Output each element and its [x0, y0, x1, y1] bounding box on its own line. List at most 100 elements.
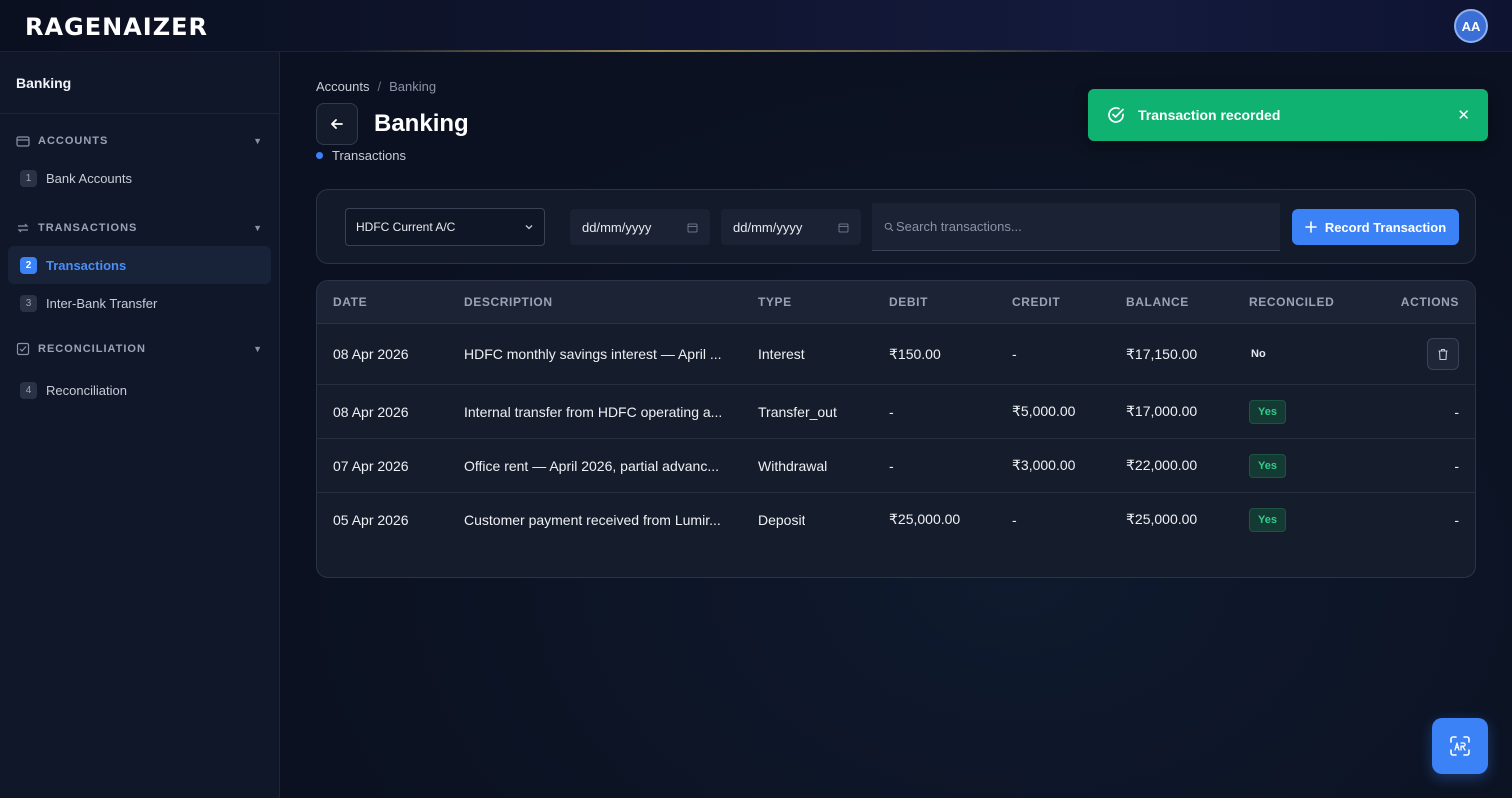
cell-description: Office rent — April 2026, partial advanc…: [464, 457, 719, 474]
sidebar-section-reconciliation[interactable]: RECONCILIATION ▼: [0, 337, 279, 361]
trash-icon: [1438, 348, 1448, 360]
search-box: [872, 203, 1280, 251]
column-header-actions: ACTIONS: [1400, 295, 1459, 309]
cell-debit: -: [889, 457, 894, 474]
sidebar-item-label: Transactions: [46, 257, 127, 273]
sidebar-item-label: Inter-Bank Transfer: [46, 295, 158, 311]
column-header-credit[interactable]: CREDIT: [1012, 295, 1060, 309]
search-input[interactable]: [896, 219, 1276, 234]
cell-balance: ₹22,000.00: [1126, 457, 1198, 473]
caret-down-icon[interactable]: ▼: [253, 136, 263, 146]
table-row[interactable]: 08 Apr 2026 Internal transfer from HDFC …: [317, 385, 1475, 439]
assistant-fab-button[interactable]: [1432, 718, 1488, 774]
ai-assistant-icon: [1450, 736, 1470, 756]
table-row[interactable]: 08 Apr 2026 HDFC monthly savings interes…: [317, 324, 1475, 385]
filter-bar: HDFC Current A/C dd/mm/yyyy dd/mm/yyyy R…: [316, 189, 1476, 264]
cell-debit: ₹150.00: [889, 345, 941, 362]
cell-type: Transfer_out: [758, 403, 837, 420]
column-header-type[interactable]: TYPE: [758, 295, 792, 309]
reconciled-badge: Yes: [1249, 453, 1286, 478]
nav-number: 3: [20, 294, 37, 312]
column-header-reconciled[interactable]: RECONCILED: [1249, 295, 1334, 309]
record-transaction-button[interactable]: Record Transaction: [1292, 209, 1459, 245]
column-header-debit[interactable]: DEBIT: [889, 295, 928, 309]
swap-icon: [16, 221, 30, 235]
transactions-table: DATE DESCRIPTION TYPE DEBIT CREDIT BALAN…: [316, 280, 1476, 578]
from-date-value: dd/mm/yyyy: [582, 219, 652, 235]
nav-number: 4: [20, 381, 37, 399]
reconciled-badge: No: [1251, 348, 1266, 360]
to-date-input[interactable]: dd/mm/yyyy: [721, 209, 861, 245]
chevron-down-icon: [525, 225, 533, 230]
cell-date: 08 Apr 2026: [333, 403, 409, 420]
cell-actions: -: [1454, 403, 1459, 420]
from-date-input[interactable]: dd/mm/yyyy: [570, 209, 710, 245]
sidebar-section-accounts[interactable]: ACCOUNTS ▼: [0, 129, 279, 153]
sidebar-title: Banking: [0, 52, 279, 114]
column-header-balance[interactable]: BALANCE: [1126, 295, 1189, 309]
cell-balance: ₹17,000.00: [1126, 403, 1198, 419]
card-icon: [16, 134, 30, 148]
cell-credit: -: [1012, 511, 1017, 528]
sidebar-item-reconciliation[interactable]: 4 Reconciliation: [8, 371, 271, 409]
cell-description: Internal transfer from HDFC operating a.…: [464, 403, 723, 420]
sidebar-item-bank-accounts[interactable]: 1 Bank Accounts: [8, 159, 271, 197]
caret-down-icon[interactable]: ▼: [253, 344, 263, 354]
cell-credit: ₹5,000.00: [1012, 403, 1076, 419]
cell-description: Customer payment received from Lumir...: [464, 511, 721, 528]
cell-type: Withdrawal: [758, 457, 828, 474]
cell-balance: ₹17,150.00: [1126, 345, 1198, 362]
sidebar-item-label: Reconciliation: [46, 382, 127, 398]
section-label: TRANSACTIONS: [38, 222, 138, 234]
nav-number: 2: [20, 256, 37, 274]
page-title: Banking: [374, 110, 469, 137]
cell-debit: ₹25,000.00: [889, 511, 961, 527]
table-row[interactable]: 05 Apr 2026 Customer payment received fr…: [317, 493, 1475, 546]
reconciled-badge: Yes: [1249, 507, 1286, 532]
cell-actions: -: [1454, 457, 1459, 474]
sidebar-item-label: Bank Accounts: [46, 170, 132, 186]
record-transaction-label: Record Transaction: [1324, 219, 1447, 235]
calendar-icon[interactable]: [838, 222, 849, 233]
cell-date: 07 Apr 2026: [333, 457, 409, 474]
delete-button[interactable]: [1427, 338, 1459, 370]
cell-balance: ₹25,000.00: [1126, 511, 1198, 527]
cell-actions: [1427, 338, 1459, 370]
cell-date: 05 Apr 2026: [333, 511, 409, 528]
page-subtitle: Transactions: [316, 148, 406, 163]
column-header-date[interactable]: DATE: [333, 295, 367, 309]
check-square-icon: [16, 342, 30, 356]
sidebar-section-transactions[interactable]: TRANSACTIONS ▼: [0, 216, 279, 240]
calendar-icon[interactable]: [687, 222, 698, 233]
account-select[interactable]: HDFC Current A/C: [345, 208, 545, 246]
to-date-value: dd/mm/yyyy: [733, 219, 803, 235]
breadcrumb: Accounts / Banking: [316, 79, 436, 94]
main-content: Accounts / Banking Banking Transactions …: [280, 52, 1512, 798]
app-logo[interactable]: RAGENAIZER: [25, 14, 208, 40]
section-label: RECONCILIATION: [38, 343, 146, 355]
plus-icon: [1305, 221, 1317, 233]
arrow-left-icon: [331, 119, 343, 129]
cell-credit: ₹3,000.00: [1012, 457, 1076, 473]
breadcrumb-separator: /: [377, 79, 382, 94]
close-icon[interactable]: ✕: [1457, 106, 1470, 124]
user-avatar[interactable]: AA: [1454, 9, 1488, 43]
sidebar-item-inter-bank-transfer[interactable]: 3 Inter-Bank Transfer: [8, 284, 271, 322]
sidebar: Banking ACCOUNTS ▼ 1 Bank Accounts TRANS…: [0, 52, 280, 798]
status-dot: [316, 152, 323, 159]
breadcrumb-accounts[interactable]: Accounts: [316, 79, 369, 94]
cell-type: Interest: [758, 346, 805, 362]
cell-actions: -: [1454, 511, 1459, 528]
back-button[interactable]: [316, 103, 358, 145]
subtitle-text: Transactions: [332, 148, 406, 163]
search-icon: [884, 222, 894, 231]
column-header-description[interactable]: DESCRIPTION: [464, 295, 726, 309]
table-row[interactable]: 07 Apr 2026 Office rent — April 2026, pa…: [317, 439, 1475, 493]
top-bar: RAGENAIZER AA: [0, 0, 1512, 52]
sidebar-item-transactions[interactable]: 2 Transactions: [8, 246, 271, 284]
account-select-value: HDFC Current A/C: [356, 220, 456, 234]
caret-down-icon[interactable]: ▼: [253, 223, 263, 233]
nav-number: 1: [20, 169, 37, 187]
cell-debit: -: [889, 403, 894, 420]
table-header-row: DATE DESCRIPTION TYPE DEBIT CREDIT BALAN…: [317, 281, 1475, 324]
